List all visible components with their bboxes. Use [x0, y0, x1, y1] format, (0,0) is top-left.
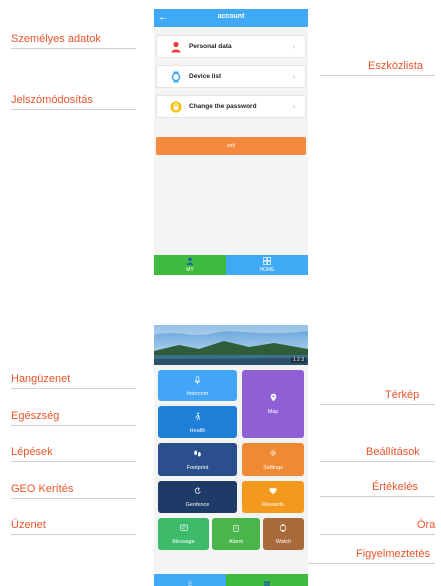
- chevron-right-icon: ›: [292, 42, 295, 51]
- nav-my-tab[interactable]: MY: [154, 255, 226, 275]
- device-list-row[interactable]: Device list ›: [156, 65, 306, 88]
- gear-icon: [270, 450, 276, 456]
- tile-label: Intercom: [186, 391, 209, 397]
- annotation-line: [11, 388, 136, 389]
- geofence-tile[interactable]: Geofence: [158, 481, 237, 513]
- annotation-password: Jelszómódosítás: [11, 94, 93, 106]
- watch-icon: [280, 524, 286, 532]
- heart-icon: [269, 487, 277, 495]
- annotation-map: Térkép: [385, 389, 420, 401]
- footprint-icon: [194, 450, 201, 457]
- footprint-tile[interactable]: Footprint: [158, 443, 237, 476]
- page-title: account: [217, 13, 245, 20]
- geofence-icon: [194, 487, 201, 494]
- watch-icon: [171, 71, 181, 83]
- nav-label: HOME: [259, 267, 275, 273]
- tile-label: Settings: [263, 465, 283, 471]
- person-icon: [186, 257, 194, 265]
- person-icon: [171, 41, 181, 53]
- annotation-line: [320, 404, 435, 405]
- account-screen: ← account Personal data › Device list › …: [154, 9, 308, 275]
- annotation-health: Egészség: [11, 410, 60, 422]
- nav-label: MY: [186, 267, 194, 273]
- nav-home-tab[interactable]: HOME: [226, 255, 308, 275]
- chevron-right-icon: ›: [292, 102, 295, 111]
- annotation-line: [320, 75, 435, 76]
- rewards-tile[interactable]: Rewards: [242, 481, 304, 513]
- annotation-voice: Hangüzenet: [11, 373, 71, 385]
- annotation-alarm: Figyelmeztetés: [356, 548, 430, 560]
- tile-label: Map: [267, 409, 279, 415]
- message-tile[interactable]: Message: [158, 518, 209, 550]
- home-screen: 1 2 3 Intercom Map Health Footprint Sett…: [154, 325, 308, 586]
- map-pin-icon: [270, 393, 277, 402]
- annotation-line: [11, 48, 136, 49]
- tile-label: Alarm: [228, 539, 244, 545]
- tile-label: Watch: [275, 539, 292, 545]
- intercom-tile[interactable]: Intercom: [158, 370, 237, 401]
- page-indicator: 1 2 3: [290, 357, 306, 363]
- alarm-tile[interactable]: Alarm: [212, 518, 260, 550]
- running-person-icon: [194, 412, 201, 421]
- annotation-line: [11, 498, 136, 499]
- annotation-line: [320, 534, 435, 535]
- lock-icon: [170, 101, 182, 113]
- watch-tile[interactable]: Watch: [263, 518, 304, 550]
- annotation-line: [11, 461, 136, 462]
- banner-image[interactable]: 1 2 3: [154, 325, 308, 365]
- annotation-line: [11, 109, 136, 110]
- grid-icon: [263, 257, 271, 265]
- annotation-line: [11, 425, 136, 426]
- row-label: Personal data: [189, 43, 232, 50]
- message-icon: [180, 524, 188, 531]
- tile-label: Message: [172, 539, 195, 545]
- alarm-clock-icon: [233, 525, 239, 532]
- annotation-watch: Óra: [417, 519, 436, 531]
- change-password-row[interactable]: Change the password ›: [156, 95, 306, 118]
- health-tile[interactable]: Health: [158, 406, 237, 438]
- chevron-right-icon: ›: [292, 72, 295, 81]
- exit-button[interactable]: exit: [156, 137, 306, 155]
- tile-label: Rewards: [262, 502, 284, 508]
- annotation-rating: Értékelés: [372, 481, 418, 493]
- nav-my-tab[interactable]: [154, 574, 226, 586]
- annotation-geo: GEO Kerítés: [11, 483, 74, 495]
- row-label: Device list: [189, 73, 222, 80]
- microphone-icon: [194, 376, 201, 385]
- bottom-nav: MY HOME: [154, 255, 308, 275]
- row-label: Change the password: [189, 103, 257, 110]
- annotation-message: Üzenet: [11, 519, 46, 531]
- annotation-line: [320, 461, 435, 462]
- nav-home-tab[interactable]: [226, 574, 308, 586]
- annotation-line: [320, 496, 435, 497]
- annotation-device-list: Eszközlista: [368, 60, 424, 72]
- tile-label: Footprint: [186, 465, 209, 471]
- annotation-steps: Lépések: [11, 446, 53, 458]
- tile-label: Health: [189, 428, 206, 434]
- personal-data-row[interactable]: Personal data ›: [156, 35, 306, 58]
- settings-tile[interactable]: Settings: [242, 443, 304, 476]
- tile-label: Geofence: [185, 502, 210, 508]
- person-icon: [187, 581, 193, 586]
- account-header: ← account: [154, 9, 308, 27]
- grid-icon: [264, 581, 270, 586]
- bottom-nav: [154, 574, 308, 586]
- annotation-personal: Személyes adatok: [11, 33, 101, 45]
- map-tile[interactable]: Map: [242, 370, 304, 438]
- annotation-line: [11, 534, 136, 535]
- annotation-settings: Beállítások: [366, 446, 420, 458]
- landscape-image: [154, 325, 308, 365]
